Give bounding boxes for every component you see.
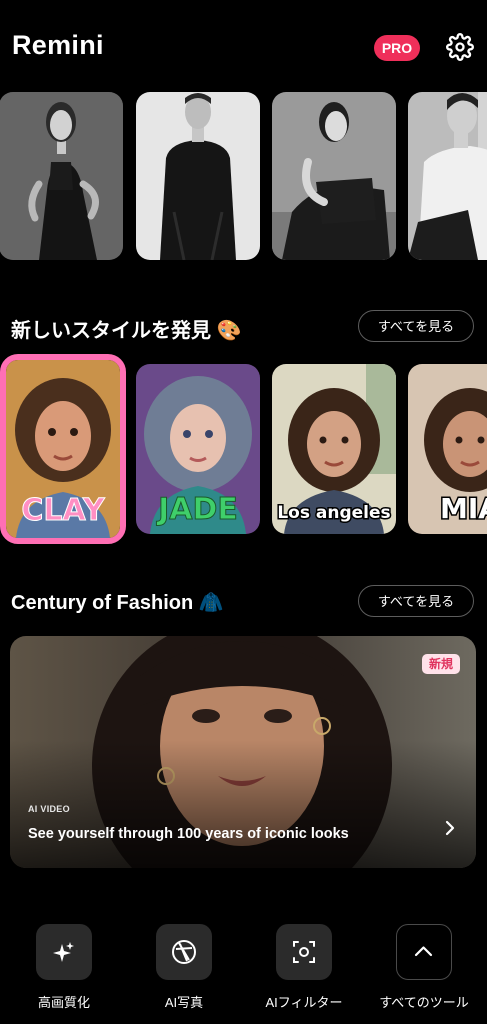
app-title: Remini (12, 30, 104, 60)
face-scan-icon (293, 941, 315, 963)
style-card-jade[interactable]: JADE (136, 364, 260, 534)
hero-card[interactable] (136, 92, 260, 260)
tool-ai-photo-label: AI写真 (164, 995, 204, 1010)
styles-see-all-button[interactable]: すべてを見る (358, 310, 474, 342)
tool-enhance-button[interactable] (36, 924, 92, 980)
style-card-caption: CLAY (21, 493, 105, 528)
app-header: Remini PRO (0, 0, 487, 90)
style-card-mia[interactable]: MIA (408, 364, 487, 534)
chevron-up-icon (414, 946, 433, 957)
style-card-clay[interactable]: CLAY (0, 354, 126, 544)
tool-ai-photo[interactable]: AI写真 (134, 924, 234, 1011)
style-card-los-angeles[interactable]: Los angeles (272, 364, 396, 534)
tool-enhance-label: 高画質化 (37, 995, 90, 1010)
tool-enhance[interactable]: 高画質化 (14, 924, 114, 1011)
feature-title: See yourself through 100 years of iconic… (28, 826, 349, 842)
chevron-right-icon[interactable] (442, 816, 458, 840)
new-badge: 新規 (421, 654, 460, 674)
tool-all-tools[interactable]: すべてのツール (374, 924, 474, 1011)
tool-ai-filter-label: AIフィルター (265, 995, 343, 1010)
feature-kicker: AI VIDEO (28, 804, 70, 814)
hero-card[interactable] (0, 92, 123, 260)
gear-icon[interactable] (446, 33, 474, 61)
hero-gallery (0, 92, 487, 262)
style-card-caption: Los angeles (277, 503, 390, 523)
style-card-caption: MIA (440, 492, 487, 525)
fashion-see-all-button[interactable]: すべてを見る (358, 585, 474, 617)
hero-card[interactable] (272, 92, 396, 260)
pro-button[interactable]: PRO (374, 35, 420, 61)
style-carousel: CLAY JADE Los angeles MI (0, 354, 487, 546)
fashion-section-title: Century of Fashion 🧥 (11, 592, 224, 614)
tool-ai-filter-button[interactable] (276, 924, 332, 980)
hero-card[interactable] (408, 92, 487, 260)
style-card-caption: JADE (156, 492, 238, 527)
aperture-icon (172, 940, 196, 964)
tool-all-tools-button[interactable] (396, 924, 452, 980)
tool-ai-photo-button[interactable] (156, 924, 212, 980)
tool-ai-filter[interactable]: AIフィルター (254, 924, 354, 1011)
bottom-tool-bar: 高画質化 AI写真 AIフィルター すべてのツール (0, 910, 487, 1024)
styles-section-title: 新しいスタイルを発見 🎨 (11, 320, 242, 342)
sparkle-icon (53, 942, 74, 962)
fashion-feature-card[interactable]: 新規 AI VIDEO See yourself through 100 yea… (10, 636, 476, 868)
tool-all-tools-label: すべてのツール (379, 995, 469, 1010)
